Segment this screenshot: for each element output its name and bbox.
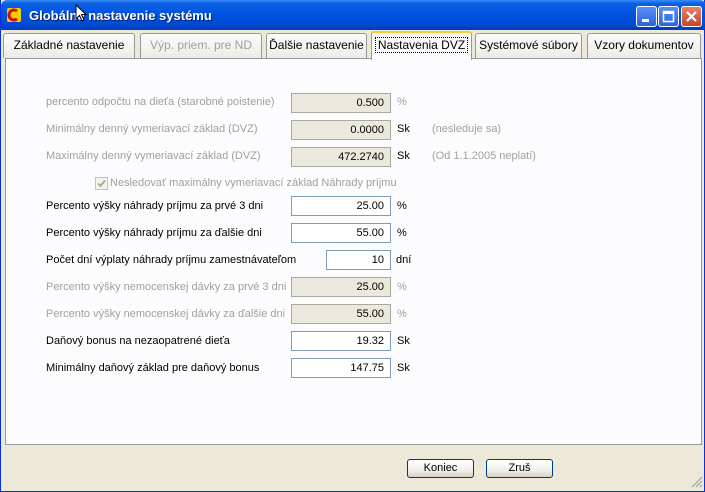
row-label-nemocenska-prve-3-dni: Percento výšky nemocenskej dávky za prvé… [46,281,287,293]
row-label-danovy-bonus: Daňový bonus na nezaopatrené dieťa [46,335,230,347]
row-label-max-dvz: Maximálny denný vymeriavací základ (DVZ) [46,150,261,162]
pocet-dni-vyplaty-input[interactable]: 10 [326,250,391,270]
tab-dalsie-nastavenie[interactable]: Ďalšie nastavenie [266,33,367,58]
window-title: Globálne nastavenie systému [29,8,212,23]
tab-label: Nastavenia DVZ [374,37,469,53]
title-bar[interactable]: Globálne nastavenie systému [1,0,705,30]
row-label-percento-odpoctu: percento odpočtu na dieťa (starobné pois… [46,96,275,108]
min-dvz-field: 0.0000 [291,120,391,140]
percento-odpoctu-field: 0.500 [291,93,391,113]
row-label-min-dvz: Minimálny denný vymeriavací základ (DVZ) [46,123,258,135]
maximize-button[interactable] [658,6,679,27]
row-label-nahrada-prve-3-dni: Percento výšky náhrady príjmu za prvé 3 … [46,200,264,212]
row-label-pocet-dni-vyplaty: Počet dní výplaty náhrady príjmu zamestn… [46,254,297,266]
koniec-button-label: Koniec [423,462,458,474]
tab-vyp-priem-pre-nd: Výp. priem. pre ND [140,33,262,58]
tab-label: Výp. priem. pre ND [149,38,253,52]
mouse-cursor-icon [75,4,87,22]
tab-label: Ďalšie nastavenie [269,38,364,52]
minimize-button[interactable] [636,6,657,27]
zrus-button[interactable]: Zruš [486,459,553,478]
nahrada-prve-3-dni-input[interactable]: 25.00 [291,196,391,216]
tab-nastavenia-dvz[interactable]: Nastavenia DVZ [371,31,472,60]
maximize-icon [662,10,675,23]
settings-window: Globálne nastavenie systému Základné nas… [0,0,705,492]
button-bar [5,445,702,489]
app-icon [7,8,21,22]
row-unit: % [397,200,407,212]
row-label-nahrada-dalsie-dni: Percento výšky náhrady príjmu za ďalšie … [46,227,262,239]
danovy-bonus-input[interactable]: 19.32 [291,331,391,351]
tab-zakladne-nastavenie[interactable]: Základné nastavenie [3,33,135,58]
close-button[interactable] [681,6,702,27]
row-unit: % [397,227,407,239]
row-unit: Sk [397,150,410,162]
tab-systemove-subory[interactable]: Systémové súbory [475,33,582,58]
nemocenska-prve-3-dni-field: 25.00 [291,277,391,297]
koniec-button[interactable]: Koniec [407,459,474,478]
row-unit: Sk [397,123,410,135]
check-icon [97,179,106,188]
row-unit: dní [396,254,412,266]
tab-label: Vzory dokumentov [594,38,694,52]
close-icon [686,11,697,22]
tab-vzory-dokumentov[interactable]: Vzory dokumentov [587,33,701,58]
nesledovat-max-checkbox [95,177,108,190]
zrus-button-label: Zruš [508,462,531,474]
max-dvz-field: 472.2740 [291,147,391,167]
row-unit: % [397,281,407,293]
minimize-icon [642,19,649,22]
row-unit: Sk [397,362,410,374]
row-label-nemocenska-dalsie-dni: Percento výšky nemocenskej dávky za ďalš… [46,308,286,320]
min-danovy-zaklad-input[interactable]: 147.75 [291,358,391,378]
nahrada-dalsie-dni-input[interactable]: 55.00 [291,223,391,243]
row-unit: Sk [397,335,410,347]
row-unit: % [397,308,407,320]
row-note: (nesleduje sa) [432,123,502,135]
row-note: (Od 1.1.2005 neplatí) [432,150,536,162]
tab-label: Základné nastavenie [13,38,125,52]
resize-grip-icon[interactable] [689,474,703,488]
checkbox-label: Nesledovať maximálny vymeriavací základ … [110,177,397,189]
nemocenska-dalsie-dni-field: 55.00 [291,304,391,324]
tab-strip: Základné nastavenie Výp. priem. pre ND Ď… [3,31,703,60]
tab-label: Systémové súbory [479,38,578,52]
row-unit: % [397,96,407,108]
row-label-min-danovy-zaklad: Minimálny daňový základ pre daňový bonus [46,362,260,374]
